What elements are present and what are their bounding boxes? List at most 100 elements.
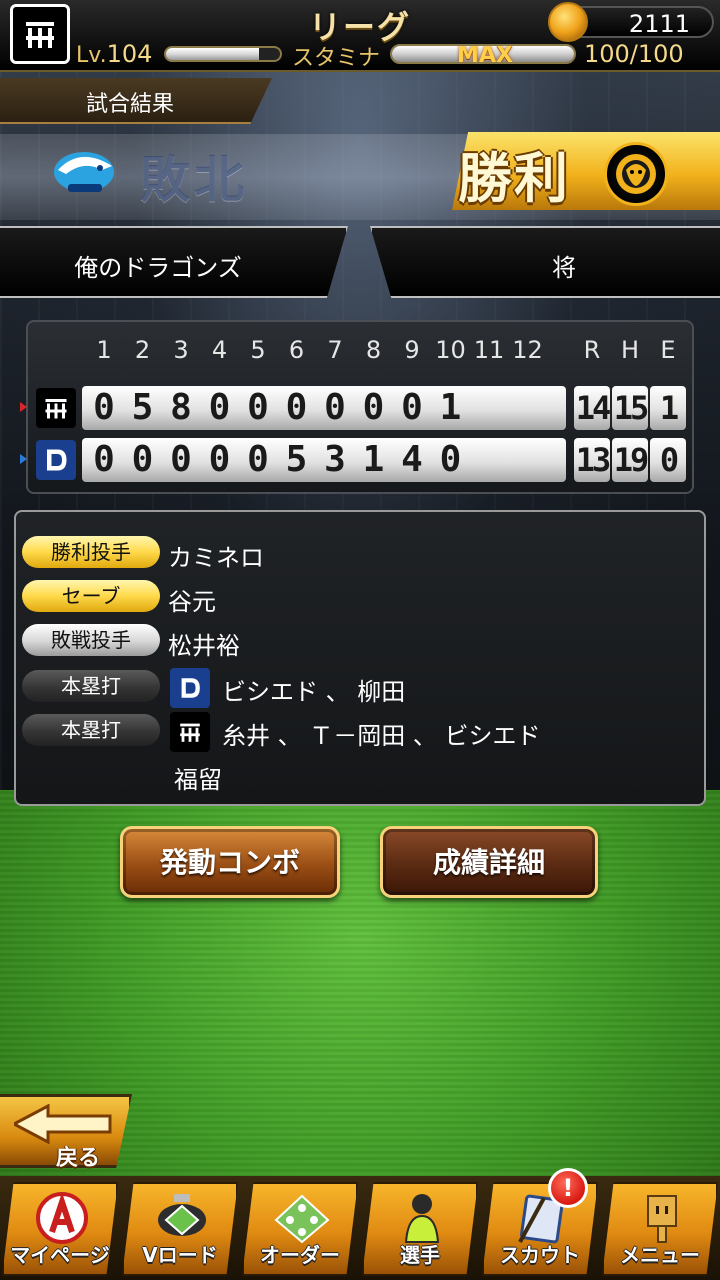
stamina-bar: MAX: [390, 44, 576, 64]
nav-label-order: オーダー: [260, 1243, 340, 1267]
save-pitcher-row: セーブ 谷元: [22, 580, 692, 616]
coin-counter[interactable]: 2111: [548, 2, 714, 42]
nav-label-players: 選手: [400, 1243, 440, 1267]
away-result: 敗北: [140, 151, 248, 209]
loss-pitcher-row: 敗戦投手 松井裕: [22, 624, 692, 660]
home-run-value: 糸井 、 Ｔ－岡田 、 ビシエド: [222, 722, 541, 750]
total-e: 0: [650, 438, 686, 482]
stamina-value: 100/100: [584, 40, 684, 68]
scout-notification-badge: !: [548, 1168, 588, 1208]
inning-number: 10: [435, 336, 466, 364]
game-summary-panel: 勝利投手 カミネロ セーブ 谷元 敗戦投手 松井裕 本塁打 ビシエド 、 柳田 …: [14, 510, 706, 806]
win-pitcher-value: カミネロ: [168, 544, 264, 572]
dragons-logo-icon: [54, 152, 114, 192]
away-team-plate: 俺のドラゴンズ: [0, 226, 348, 298]
home-result: 勝利: [458, 147, 570, 210]
win-pitcher-label: 勝利投手: [22, 536, 160, 568]
home-run-label: 本塁打: [22, 714, 160, 746]
total-h: 15: [612, 386, 649, 430]
tigers-logo-icon: [604, 142, 668, 206]
exp-bar-fill: [166, 48, 260, 60]
inning-score: 8: [170, 387, 192, 428]
home-run-label: 本塁打: [22, 670, 160, 702]
inning-score: 0: [247, 439, 269, 480]
total-h: 19: [612, 438, 649, 482]
inning-number: 1: [96, 336, 112, 364]
total-r: 13: [574, 438, 611, 482]
inning-score: 0: [324, 387, 346, 428]
inning-score: 0: [247, 387, 269, 428]
inning-score: 1: [362, 439, 385, 480]
tigers-emblem-icon: [170, 712, 210, 752]
inning-score: 0: [362, 387, 385, 428]
scoreboard-row-tigers: 0580000001 14 15 1: [20, 384, 696, 432]
stats-detail-button[interactable]: 成績詳細: [380, 826, 598, 898]
save-pitcher-value: 谷元: [168, 588, 216, 616]
tigers-emblem-icon: [36, 388, 76, 428]
home-run-value-continued: 福留: [174, 766, 222, 794]
mypage-icon: [36, 1192, 88, 1244]
loss-pitcher-label: 敗戦投手: [22, 624, 160, 656]
dragons-emblem-icon: [170, 668, 210, 708]
scoreboard-row-dragons: 0000053140 13 19 0: [20, 436, 696, 484]
inning-score: 0: [131, 439, 154, 480]
inning-number: 9: [404, 336, 420, 364]
nav-item-vroad[interactable]: Vロード: [122, 1182, 238, 1276]
combo-button[interactable]: 発動コンボ: [120, 826, 340, 898]
nav-item-order[interactable]: オーダー: [242, 1182, 358, 1276]
inning-score: 0: [285, 387, 308, 428]
stamina-max-label: MAX: [457, 44, 513, 64]
rhe-header: H: [620, 336, 640, 364]
loss-pitcher-value: 松井裕: [168, 632, 240, 660]
inning-score: 3: [324, 439, 346, 480]
inning-score: 4: [401, 439, 423, 480]
total-e: 1: [650, 386, 686, 430]
inning-number: 2: [134, 336, 151, 364]
coin-icon: [548, 2, 588, 42]
level-label: Lv.104: [76, 40, 152, 68]
inning-score: 0: [401, 387, 423, 428]
nav-item-menu[interactable]: メニュー: [602, 1182, 718, 1276]
row-arrow-icon: [20, 402, 27, 412]
inning-number: 6: [288, 336, 305, 364]
inning-score: 0: [93, 387, 115, 428]
home-team-plate: 将: [370, 226, 720, 298]
stamina-label: スタミナ: [292, 46, 381, 71]
inning-score: 0: [439, 439, 462, 480]
vroad-icon: [158, 1194, 206, 1236]
nav-label-menu: メニュー: [620, 1243, 700, 1267]
inning-score: 5: [285, 439, 308, 480]
coin-value: 2111: [628, 10, 690, 38]
nav-label-vroad: Vロード: [142, 1243, 218, 1267]
nav-item-players[interactable]: 選手: [362, 1182, 478, 1276]
rhe-header: E: [660, 336, 676, 364]
inning-score-strip: 0000053140: [82, 438, 566, 482]
player-icon: [404, 1194, 440, 1243]
result-tab-label: 試合結果: [85, 92, 174, 117]
row-arrow-icon: [20, 454, 27, 464]
inning-number: 4: [211, 336, 228, 364]
inning-number: 7: [327, 336, 343, 364]
inning-score: 0: [208, 387, 231, 428]
inning-number: 5: [250, 336, 266, 364]
bottom-nav: マイページ Vロード オーダー 選手 スカウト メニュー: [0, 1176, 720, 1280]
status-bar: リーグ 2111 Lv.104 スタミナ MAX 100/100: [0, 0, 720, 72]
nav-item-mypage[interactable]: マイページ: [2, 1182, 118, 1276]
inning-number: 11: [473, 336, 505, 364]
level-prefix: Lv.: [76, 43, 107, 68]
inning-score: 0: [93, 439, 115, 480]
inning-number: 8: [365, 336, 382, 364]
inning-header: 1 2 3 4 5 6 7 8 9 10 11 12 R H E: [28, 336, 696, 366]
result-tab: 試合結果: [0, 78, 272, 124]
rhe-header: R: [583, 336, 601, 364]
back-label: 戻る: [56, 1146, 101, 1171]
inning-score-strip: 0580000001: [82, 386, 566, 430]
home-run-row-continued: 福留: [22, 758, 692, 794]
order-icon: [274, 1194, 330, 1244]
inning-number: 3: [173, 336, 189, 364]
inning-score: 5: [131, 387, 154, 428]
menu-icon: [647, 1195, 677, 1243]
inning-score: 1: [439, 387, 462, 428]
home-run-value: ビシエド 、 柳田: [222, 678, 406, 706]
home-run-row-tigers: 本塁打 糸井 、 Ｔ－岡田 、 ビシエド: [22, 712, 692, 752]
